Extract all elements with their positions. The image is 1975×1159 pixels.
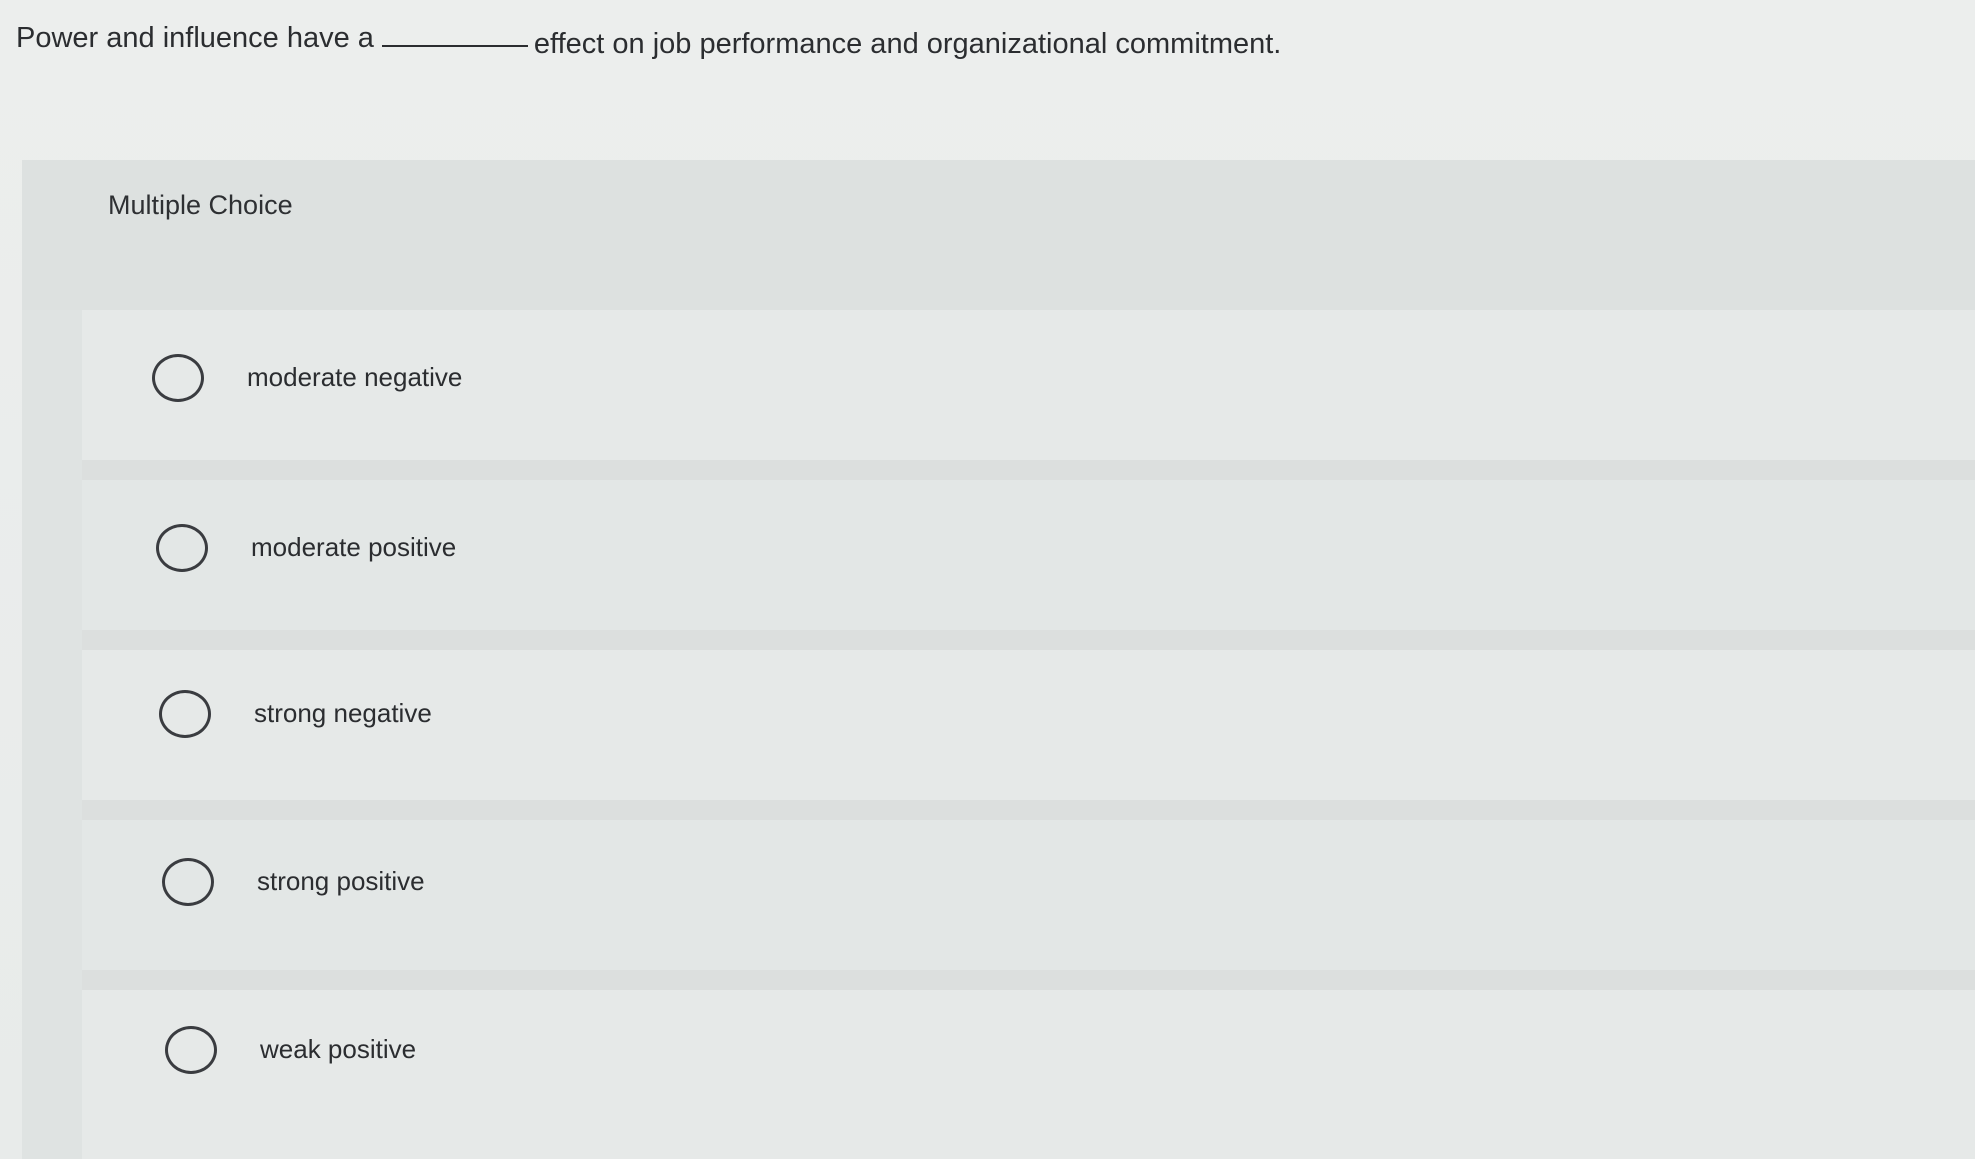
question-text-after: effect on job performance and organizati… [533,28,1282,60]
option-label[interactable]: moderate negative [247,362,462,393]
question-text-before: Power and influence have a [16,22,374,54]
option-label[interactable]: weak positive [260,1034,416,1065]
radio-button[interactable] [165,1026,217,1074]
answer-blank [381,23,528,47]
radio-button[interactable] [156,524,208,572]
question-type-label: Multiple Choice [108,190,293,220]
divider [82,970,1975,990]
panel-header: Multiple Choice [22,160,1975,310]
answer-panel: Multiple Choice moderate negative modera… [22,160,1975,1159]
option-row[interactable]: moderate positive [82,480,1975,650]
divider [82,460,1975,480]
option-row[interactable]: moderate negative [82,310,1975,480]
question-text: Power and influence have a effect on job … [16,18,1282,60]
divider [82,630,1975,650]
option-row[interactable]: weak positive [82,990,1975,1159]
quiz-page: Power and influence have a effect on job … [0,0,1975,1159]
option-label[interactable]: moderate positive [251,532,456,563]
option-row[interactable]: strong positive [82,820,1975,990]
option-row[interactable]: strong negative [82,650,1975,820]
radio-button[interactable] [159,690,211,738]
options-list: moderate negative moderate positive stro… [82,310,1975,1159]
radio-button[interactable] [162,858,214,906]
option-label[interactable]: strong positive [257,866,425,897]
radio-button[interactable] [152,354,204,402]
option-label[interactable]: strong negative [254,698,432,729]
divider [82,800,1975,820]
